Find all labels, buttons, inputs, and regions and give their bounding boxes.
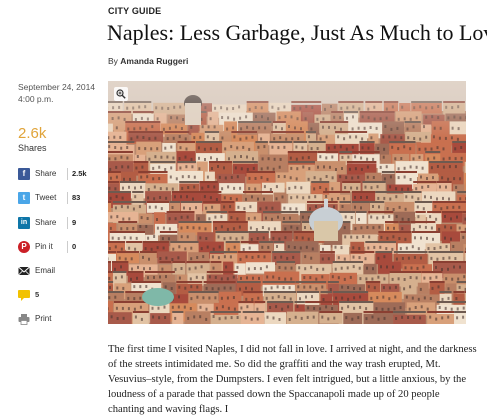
email-icon <box>18 265 30 277</box>
divider <box>67 192 68 204</box>
linkedin-share-button[interactable]: in Share 9 <box>18 215 88 231</box>
share-label: Share <box>35 218 56 227</box>
linkedin-icon: in <box>18 217 30 229</box>
share-count: 0 <box>72 242 76 251</box>
share-count: 83 <box>72 193 80 202</box>
share-label: Tweet <box>35 193 56 202</box>
print-icon <box>18 313 30 325</box>
byline: By Amanda Ruggeri <box>108 56 188 66</box>
share-count: 9 <box>72 218 76 227</box>
twitter-share-button[interactable]: t Tweet 83 <box>18 190 88 206</box>
twitter-icon: t <box>18 192 30 204</box>
email-share-button[interactable]: Email <box>18 263 88 279</box>
hero-photo[interactable] <box>108 81 466 324</box>
zoom-icon <box>116 89 126 99</box>
share-label: Pin it <box>35 242 53 251</box>
comment-count: 5 <box>35 290 39 299</box>
publish-time: 4:00 p.m. <box>18 93 95 105</box>
share-total-label: Shares <box>18 143 47 153</box>
publish-date: September 24, 2014 <box>18 81 95 93</box>
facebook-share-button[interactable]: f Share 2.5k <box>18 166 88 182</box>
share-total: 2.6k <box>18 125 46 142</box>
article-body: The first time I visited Naples, I did n… <box>108 342 478 417</box>
author-name[interactable]: Amanda Ruggeri <box>120 56 188 66</box>
zoom-button[interactable] <box>114 87 128 101</box>
share-count: 2.5k <box>72 169 87 178</box>
share-label: Share <box>35 169 56 178</box>
naples-cityscape-image <box>108 81 466 324</box>
pinterest-icon: P <box>18 241 30 253</box>
comments-button[interactable]: 5 <box>18 287 88 303</box>
pinterest-pin-button[interactable]: P Pin it 0 <box>18 239 88 255</box>
byline-prefix: By <box>108 56 118 66</box>
divider <box>67 241 68 253</box>
comment-icon <box>18 289 30 301</box>
share-label: Print <box>35 314 51 323</box>
section-kicker[interactable]: CITY GUIDE <box>108 6 161 16</box>
dateline: September 24, 2014 4:00 p.m. <box>18 81 95 105</box>
print-button[interactable]: Print <box>18 311 88 327</box>
facebook-icon: f <box>18 168 30 180</box>
divider <box>67 168 68 180</box>
divider <box>67 217 68 229</box>
share-label: Email <box>35 266 55 275</box>
article-headline: Naples: Less Garbage, Just As Much to Lo… <box>107 20 487 46</box>
